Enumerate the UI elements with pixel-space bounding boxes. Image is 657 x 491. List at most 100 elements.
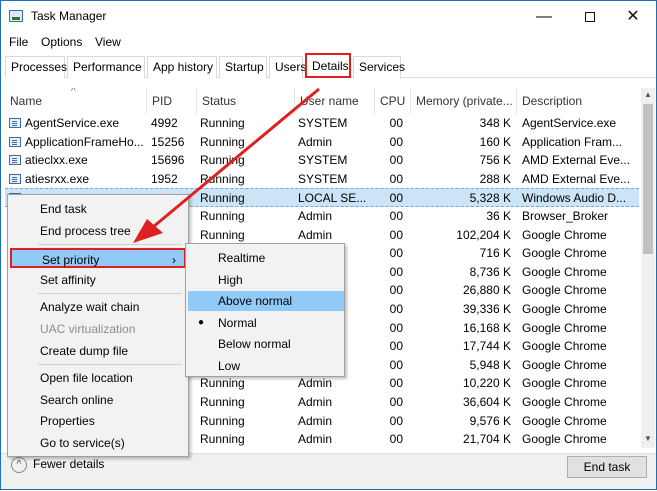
column-header-name[interactable]: ^ Name [5,88,147,114]
menu-item-label: Open file location [40,371,133,386]
menu-file[interactable]: File [9,35,28,49]
minimize-button[interactable]: — [521,1,567,32]
menu-separator [38,293,182,295]
menu-item-end-task[interactable]: End task [10,199,186,219]
priority-low[interactable]: Low [188,356,344,376]
cell-cpu: 00 [389,320,403,335]
vertical-scrollbar[interactable]: ▲ ▼ [641,88,655,448]
cell-mem: 36 K [486,209,511,223]
cell-pid: 15696 [151,153,185,168]
cell-status: Running [200,413,245,428]
menu-item-label: Create dump file [40,343,129,358]
menu-item-create-dump-file[interactable]: Create dump file [10,341,186,361]
menu-item-set-priority[interactable]: Set priority › [10,248,186,269]
menu-item-go-to-service-s[interactable]: Go to service(s) [10,433,186,453]
cell-cpu: 00 [389,283,403,298]
tab-services[interactable]: Services [353,56,405,78]
cell-pid: 1952 [151,171,178,186]
priority-below-normal[interactable]: Below normal [188,334,344,354]
cell-name: atieclxx.exe [9,151,145,169]
cell-mem: 288 K [479,171,511,186]
cell-cpu: 00 [389,302,403,316]
tab-details[interactable]: Details [305,53,351,78]
cell-mem: 716 K [479,246,511,261]
cell-mem: 16,168 K [462,320,511,335]
end-task-button[interactable]: End task [567,456,647,478]
scroll-down-icon[interactable]: ▼ [641,434,655,443]
cell-mem: 9,576 K [469,413,511,428]
cell-mem: 160 K [479,134,511,149]
priority-high[interactable]: High [188,270,344,290]
tab-app-history[interactable]: App history [147,56,217,78]
priority-realtime[interactable]: Realtime [188,248,344,268]
menu-item-open-file-location[interactable]: Open file location [10,368,186,388]
window-title: Task Manager [31,9,107,23]
maximize-button[interactable] [567,1,613,32]
cell-name: AgentService.exe [9,114,145,132]
menu-item-set-affinity[interactable]: Set affinity [10,270,186,290]
cell-cpu: 00 [389,264,403,279]
column-header-status[interactable]: Status [197,88,295,114]
menu-item-label: Set affinity [40,272,96,287]
table-row[interactable]: atiesrxx.exe 1952 Running SYSTEM 00 288 K AMD … [5,170,639,189]
cell-name-text: AgentService.exe [25,116,120,130]
cell-desc: Google Chrome [522,302,607,316]
cell-status: Running [200,395,245,409]
menu-item-uac-virtualization: UAC virtualization [10,319,186,339]
cell-status: Running [200,209,245,223]
priority-label: Normal [218,315,257,330]
menu-view[interactable]: View [95,35,121,49]
priority-label: Above normal [218,294,293,308]
tab-performance[interactable]: Performance [67,56,145,78]
menu-options[interactable]: Options [41,35,82,49]
cell-desc: Google Chrome [522,357,607,372]
menu-item-label: End task [40,202,87,216]
cell-name-text: atieclxx.exe [25,153,88,168]
cell-desc: Google Chrome [522,283,607,298]
cell-user: SYSTEM [298,116,348,130]
column-header-cpu[interactable]: CPU [375,88,411,114]
priority-label: Low [218,358,241,373]
scrollbar-thumb[interactable] [643,104,653,254]
menu-item-analyze-wait-chain[interactable]: Analyze wait chain [10,297,186,317]
tab-startup[interactable]: Startup [219,56,267,78]
cell-cpu: 00 [389,432,403,447]
cell-cpu: 00 [389,395,403,409]
cell-desc: Google Chrome [522,432,607,447]
menu-item-label: Search online [40,392,114,407]
table-row[interactable]: atieclxx.exe 15696 Running SYSTEM 00 756 K AMD… [5,151,639,170]
chevron-right-icon: › [172,253,176,268]
cell-desc: Application Fram... [522,134,623,149]
menu-item-search-online[interactable]: Search online [10,390,186,410]
column-header-pid[interactable]: PID [147,88,197,114]
menu-item-properties[interactable]: Properties [10,411,186,431]
cell-pid: 4992 [151,116,178,130]
priority-label: High [218,272,243,287]
column-header-memory[interactable]: Memory (private... [411,88,517,114]
column-header-user-name[interactable]: User name [295,88,375,114]
table-row[interactable]: AgentService.exe 4992 Running SYSTEM 00 348 K… [5,114,639,133]
maximize-icon [585,11,595,22]
tab-processes[interactable]: Processes [5,56,67,78]
priority-above-normal[interactable]: Above normal [188,291,344,311]
cell-cpu: 00 [389,116,403,130]
scroll-up-icon[interactable]: ▲ [641,90,655,99]
fewer-details-link[interactable]: ^ Fewer details [11,457,104,473]
cell-mem: 5,948 K [469,357,511,372]
cell-desc: Google Chrome [522,320,607,335]
menu-item-end-process-tree[interactable]: End process tree [10,221,186,241]
cell-cpu: 00 [389,209,403,223]
table-row[interactable]: ApplicationFrameHo... 15256 Running Admin 00… [5,133,639,152]
column-header-description[interactable]: Description [517,88,639,114]
process-icon [9,173,21,184]
cell-desc: AMD External Eve... [522,171,631,186]
priority-normal[interactable]: ● Normal [188,313,344,333]
cell-desc: AMD External Eve... [522,153,631,168]
cell-name: ApplicationFrameHo... [9,133,145,151]
cell-cpu: 00 [389,339,403,354]
tab-users[interactable]: Users [269,56,306,78]
cell-user: Admin [298,376,333,391]
close-button[interactable]: ✕ [610,1,656,32]
process-icon [9,136,21,147]
menu-item-label: Set priority [42,253,100,268]
